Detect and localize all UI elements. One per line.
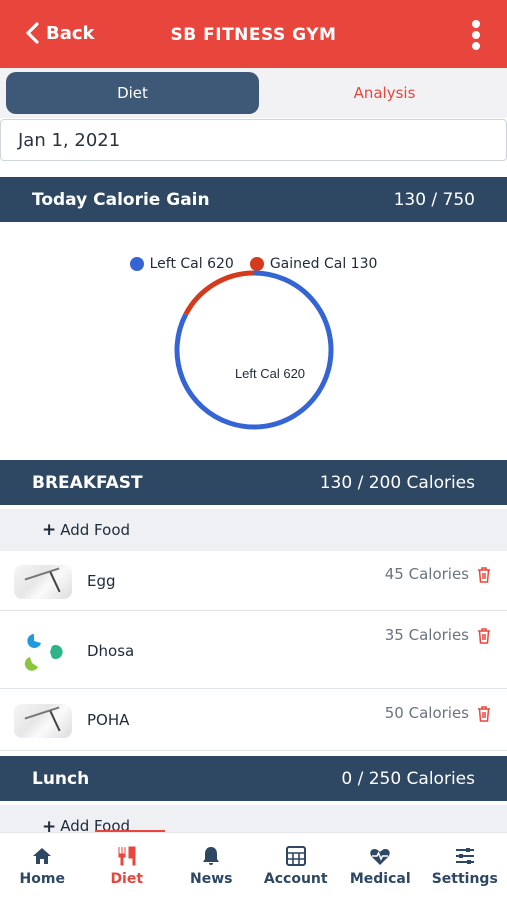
lunch-add-food-button[interactable]: + Add Food: [0, 805, 507, 833]
food-row-poha[interactable]: POHA 50 Calories: [0, 689, 507, 751]
app-header: Back SB FITNESS GYM: [0, 0, 507, 68]
plus-icon: +: [42, 817, 57, 833]
nav-account[interactable]: Account: [254, 833, 339, 900]
date-field[interactable]: Jan 1, 2021: [0, 119, 507, 161]
trash-icon[interactable]: [475, 566, 493, 584]
nav-label: Home: [19, 871, 65, 887]
trash-icon[interactable]: [475, 705, 493, 723]
nav-label: Diet: [110, 871, 144, 887]
food-calories: 45 Calories: [384, 565, 469, 583]
food-thumbnail: [14, 565, 72, 599]
nav-settings[interactable]: Settings: [423, 833, 507, 900]
nav-label: News: [190, 871, 233, 887]
more-menu-icon[interactable]: [471, 20, 481, 50]
nav-news[interactable]: News: [169, 833, 254, 900]
lunch-header: Lunch 0 / 250 Calories: [0, 756, 507, 801]
breakfast-title: BREAKFAST: [32, 472, 143, 493]
food-name: Egg: [87, 572, 116, 590]
food-name: Dhosa: [87, 642, 135, 660]
calorie-summary-title: Today Calorie Gain: [32, 189, 210, 210]
heartbeat-icon: [370, 849, 390, 865]
page-title: SB FITNESS GYM: [170, 25, 337, 45]
diet-icon: [118, 846, 136, 866]
nav-label: Settings: [431, 871, 498, 887]
plus-icon: +: [42, 520, 57, 540]
food-calories: 35 Calories: [384, 626, 469, 644]
nav-label: Medical: [349, 871, 411, 887]
add-food-label: Add Food: [60, 521, 131, 539]
breakfast-header: BREAKFAST 130 / 200 Calories: [0, 460, 507, 505]
home-icon: [33, 848, 52, 864]
nav-medical[interactable]: Medical: [338, 833, 423, 900]
breakfast-value: 130 / 200 Calories: [319, 472, 475, 493]
nav-label: Account: [263, 871, 328, 887]
sliders-icon: [455, 848, 474, 864]
nav-diet[interactable]: Diet: [85, 833, 170, 900]
food-calories: 50 Calories: [384, 704, 469, 722]
bell-icon: [203, 847, 220, 865]
lunch-title: Lunch: [32, 768, 90, 789]
donut-slice-gained-cal: [183, 270, 255, 316]
food-row-dhosa[interactable]: Dhosa 35 Calories: [0, 611, 507, 689]
food-thumbnail: [14, 704, 72, 738]
breakfast-add-food-button[interactable]: + Add Food: [0, 509, 507, 551]
lunch-value: 0 / 250 Calories: [341, 768, 475, 789]
donut-chart: Left Cal 620: [174, 270, 334, 430]
nav-home[interactable]: Home: [0, 833, 85, 900]
calorie-chart: Left Cal 620 Gained Cal 130 Left Cal 620: [0, 222, 507, 460]
calorie-summary-value: 130 / 750: [393, 189, 475, 210]
tab-bar: Diet Analysis: [0, 68, 507, 118]
food-name: POHA: [87, 711, 130, 729]
tab-diet[interactable]: Diet: [6, 72, 259, 114]
tab-analysis[interactable]: Analysis: [262, 72, 507, 114]
donut-center-label: Left Cal 620: [235, 366, 305, 381]
food-row-egg[interactable]: Egg 45 Calories: [0, 551, 507, 611]
bottom-navigation: Home Diet News Account Medical Settings: [0, 832, 507, 900]
calorie-summary-bar: Today Calorie Gain 130 / 750: [0, 177, 507, 222]
calculator-icon: [285, 846, 306, 866]
food-logo-icon: [24, 634, 63, 671]
trash-icon[interactable]: [475, 627, 493, 645]
